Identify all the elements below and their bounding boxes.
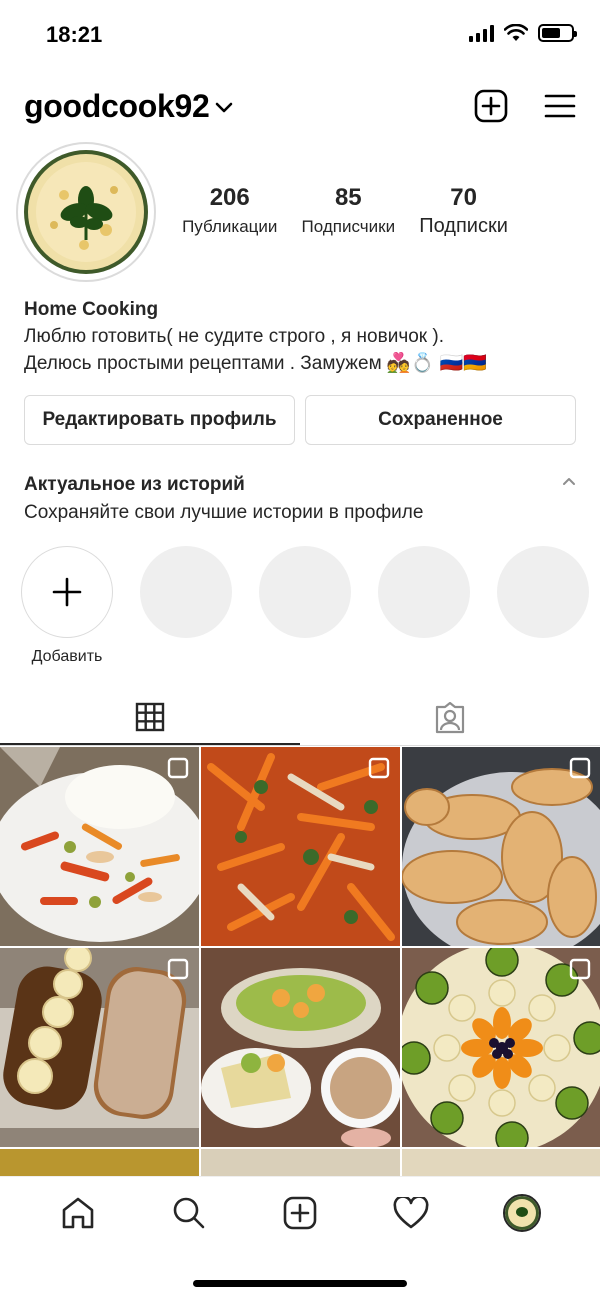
search-icon bbox=[173, 1197, 205, 1229]
highlight-add[interactable]: Добавить bbox=[21, 546, 113, 666]
stat-posts[interactable]: 206 Публикации bbox=[182, 184, 277, 238]
highlights-title: Актуальное из историй bbox=[24, 474, 245, 495]
stat-following-count: 70 bbox=[450, 184, 477, 211]
chevron-down-icon[interactable] bbox=[215, 102, 233, 114]
post-thumbnail[interactable] bbox=[402, 1149, 600, 1177]
stat-followers[interactable]: 85 Подписчики bbox=[302, 184, 396, 238]
tab-tagged[interactable] bbox=[300, 690, 600, 745]
profile-stats: 206 Публикации 85 Подписчики 70 Подписки bbox=[170, 184, 520, 238]
multiple-photos-icon bbox=[167, 958, 189, 980]
post-thumbnail[interactable] bbox=[402, 948, 600, 1147]
multiple-photos-icon bbox=[368, 757, 390, 779]
tab-grid[interactable] bbox=[0, 690, 300, 745]
profile-header: goodcook92 bbox=[24, 84, 576, 128]
username[interactable]: goodcook92 bbox=[24, 88, 210, 125]
stat-following[interactable]: 70 Подписки bbox=[419, 184, 508, 238]
profile-bio: Home Cooking Люблю готовить( не судите с… bbox=[24, 296, 584, 377]
posts-grid bbox=[0, 747, 600, 1177]
status-bar: 18:21 bbox=[0, 0, 600, 70]
bottom-nav bbox=[0, 1176, 600, 1297]
bio-line-2: Делюсь простыми рецептами . Замужем 💑💍 🇷… bbox=[24, 353, 487, 374]
menu-icon[interactable] bbox=[544, 93, 576, 119]
post-thumbnail[interactable] bbox=[402, 747, 600, 946]
highlight-placeholder bbox=[378, 546, 470, 666]
post-thumbnail[interactable] bbox=[201, 1149, 400, 1177]
highlight-placeholder bbox=[140, 546, 232, 666]
profile-avatar-small bbox=[503, 1194, 542, 1232]
chevron-up-icon[interactable] bbox=[562, 476, 576, 486]
post-thumbnail[interactable] bbox=[0, 948, 199, 1147]
stat-posts-label: Публикации bbox=[182, 217, 278, 236]
profile-avatar[interactable] bbox=[16, 142, 156, 282]
multiple-photos-icon bbox=[167, 757, 189, 779]
tagged-user-icon bbox=[435, 701, 465, 733]
multiple-photos-icon bbox=[569, 757, 591, 779]
stat-following-label: Подписки bbox=[419, 215, 508, 237]
battery-icon bbox=[538, 24, 577, 42]
stat-posts-count: 206 bbox=[209, 184, 250, 211]
add-highlight-label: Добавить bbox=[31, 648, 103, 665]
avatar-image bbox=[24, 150, 148, 274]
post-thumbnail[interactable] bbox=[201, 747, 400, 946]
highlight-placeholder bbox=[259, 546, 351, 666]
new-post-icon[interactable] bbox=[474, 89, 508, 123]
profile-actions: Редактировать профиль Сохраненное bbox=[24, 395, 576, 445]
highlights-row: Добавить bbox=[21, 546, 589, 666]
plus-icon bbox=[52, 577, 82, 607]
nav-new-post[interactable] bbox=[280, 1193, 320, 1233]
nav-activity[interactable] bbox=[391, 1193, 431, 1233]
grid-icon bbox=[135, 702, 165, 731]
nav-home[interactable] bbox=[58, 1193, 98, 1233]
highlight-placeholder bbox=[497, 546, 589, 666]
add-post-icon bbox=[283, 1196, 317, 1230]
profile-tabs bbox=[0, 690, 600, 746]
highlights-subtitle: Сохраняйте свои лучшие истории в профиле bbox=[24, 502, 424, 523]
saved-button[interactable]: Сохраненное bbox=[305, 395, 576, 445]
nav-profile[interactable] bbox=[502, 1193, 542, 1233]
post-thumbnail[interactable] bbox=[0, 747, 199, 946]
add-highlight-button[interactable] bbox=[21, 546, 113, 638]
heart-icon bbox=[393, 1197, 429, 1229]
multiple-photos-icon bbox=[569, 958, 591, 980]
stat-followers-label: Подписчики bbox=[301, 217, 396, 236]
status-time: 18:21 bbox=[46, 22, 103, 47]
nav-search[interactable] bbox=[169, 1193, 209, 1233]
profile-name: Home Cooking bbox=[24, 299, 159, 320]
signal-icon bbox=[469, 24, 494, 42]
home-indicator bbox=[193, 1280, 407, 1287]
home-icon bbox=[62, 1197, 93, 1229]
post-thumbnail[interactable] bbox=[0, 1149, 199, 1177]
post-thumbnail[interactable] bbox=[201, 948, 400, 1147]
wifi-icon bbox=[504, 24, 528, 41]
edit-profile-button[interactable]: Редактировать профиль bbox=[24, 395, 295, 445]
status-icons bbox=[469, 24, 577, 42]
stat-followers-count: 85 bbox=[334, 184, 362, 211]
bio-line-1: Люблю готовить( не судите строго , я нов… bbox=[24, 326, 444, 347]
